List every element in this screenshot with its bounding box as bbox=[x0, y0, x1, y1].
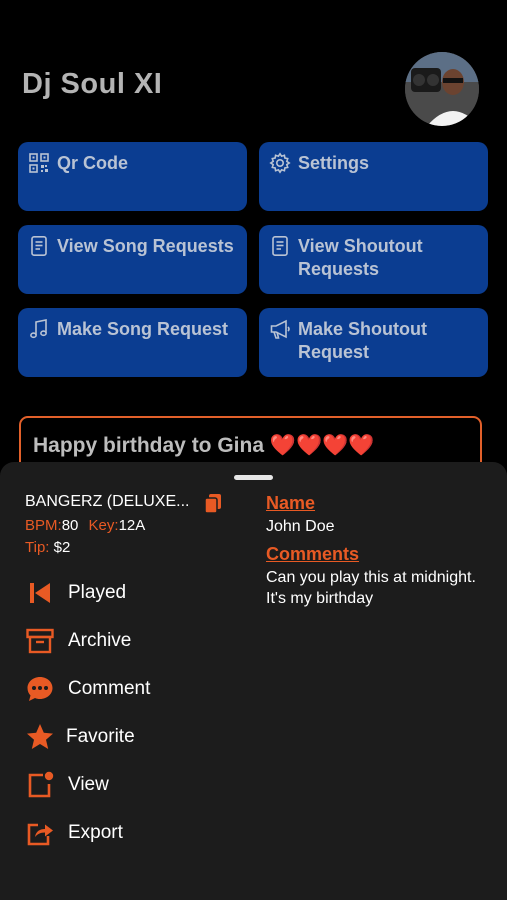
view-song-requests-button[interactable]: View Song Requests bbox=[18, 225, 247, 294]
archive-label: Archive bbox=[68, 630, 132, 651]
song-meta: BPM:80 Key:12A bbox=[25, 517, 145, 534]
make-shoutout-request-button[interactable]: Make Shoutout Request bbox=[259, 308, 488, 377]
view-shoutout-requests-button[interactable]: View Shoutout Requests bbox=[259, 225, 488, 294]
gear-icon bbox=[269, 152, 291, 174]
shoutout-message-text: Happy birthday to Gina ❤️❤️❤️❤️ bbox=[33, 434, 375, 457]
tip-row: Tip: $2 bbox=[25, 539, 70, 556]
settings-button[interactable]: Settings bbox=[259, 142, 488, 211]
favorite-label: Favorite bbox=[66, 726, 135, 747]
export-label: Export bbox=[68, 822, 123, 843]
view-song-requests-label: View Song Requests bbox=[57, 236, 234, 256]
make-song-request-button[interactable]: Make Song Request bbox=[18, 308, 247, 377]
name-header: Name bbox=[266, 493, 316, 513]
page-title: Dj Soul XI bbox=[22, 68, 163, 100]
comment-label: Comment bbox=[68, 678, 151, 699]
played-label: Played bbox=[68, 582, 127, 603]
view-label: View bbox=[68, 774, 109, 795]
key-label: Key: bbox=[88, 517, 119, 534]
song-title: BANGERZ (DELUXE... bbox=[25, 493, 190, 510]
notification-square-icon bbox=[25, 770, 55, 800]
document-icon bbox=[28, 235, 50, 257]
export-action[interactable]: Export bbox=[25, 818, 123, 848]
key-value: 12A bbox=[118, 517, 146, 534]
comments-header: Comments bbox=[266, 544, 360, 564]
avatar-image bbox=[405, 52, 479, 126]
make-shoutout-request-label: Make Shoutout Request bbox=[298, 319, 427, 362]
played-action[interactable]: Played bbox=[25, 578, 126, 608]
favorite-action[interactable]: Favorite bbox=[25, 722, 135, 752]
qr-code-button[interactable]: Qr Code bbox=[18, 142, 247, 211]
avatar[interactable] bbox=[405, 52, 479, 126]
qr-code-icon bbox=[28, 152, 50, 174]
comment-action[interactable]: Comment bbox=[25, 674, 150, 704]
star-icon bbox=[25, 722, 55, 752]
chat-bubble-icon bbox=[25, 674, 55, 704]
name-value: John Doe bbox=[266, 518, 335, 535]
make-song-request-label: Make Song Request bbox=[57, 319, 229, 339]
bpm-label: BPM: bbox=[25, 517, 62, 534]
sheet-drag-handle[interactable] bbox=[234, 475, 273, 480]
bpm-value: 80 bbox=[61, 517, 79, 534]
megaphone-icon bbox=[269, 318, 291, 340]
export-icon bbox=[25, 818, 55, 848]
music-note-icon bbox=[28, 318, 50, 340]
comments-value: Can you play this at midnight. It's my b… bbox=[266, 569, 476, 607]
copy-icon[interactable] bbox=[203, 493, 223, 515]
qr-code-label: Qr Code bbox=[57, 153, 129, 173]
tip-label: Tip: bbox=[25, 539, 50, 556]
skip-back-icon bbox=[25, 578, 55, 608]
request-details-sheet: BANGERZ (DELUXE... BPM:80 Key:12A Tip: $… bbox=[0, 462, 507, 900]
document-icon bbox=[269, 235, 291, 257]
view-shoutout-requests-label: View Shoutout Requests bbox=[298, 236, 423, 279]
archive-action[interactable]: Archive bbox=[25, 626, 131, 656]
tip-value: $2 bbox=[53, 539, 71, 556]
view-action[interactable]: View bbox=[25, 770, 109, 800]
archive-box-icon bbox=[25, 626, 55, 656]
settings-label: Settings bbox=[298, 153, 370, 173]
